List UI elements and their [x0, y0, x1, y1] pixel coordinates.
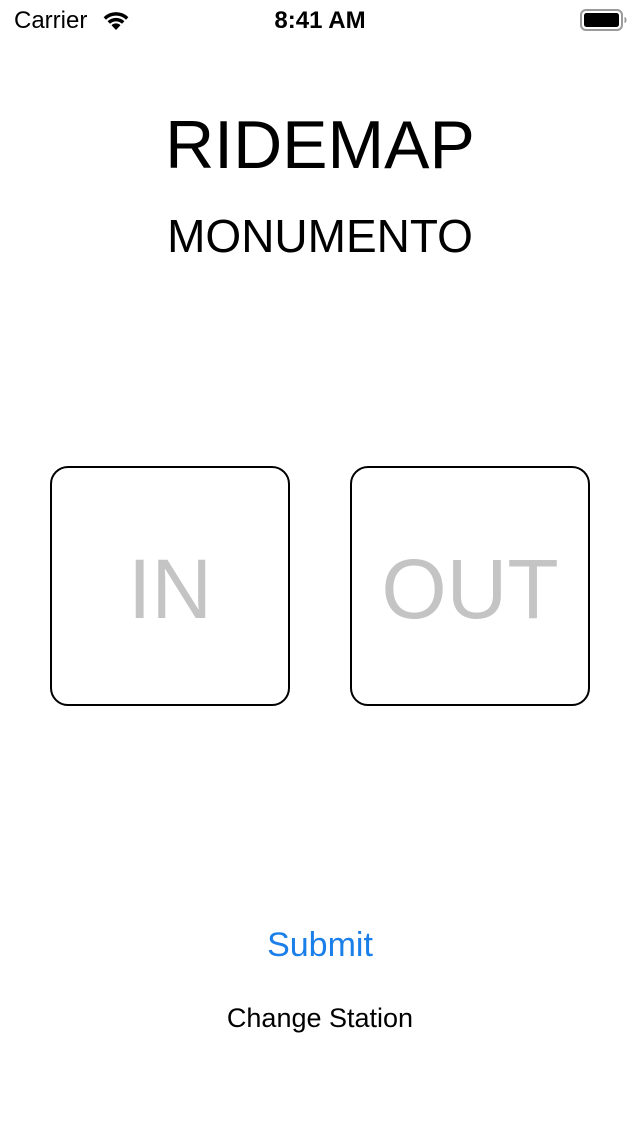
- in-label: IN: [128, 542, 212, 636]
- out-label: OUT: [381, 542, 559, 636]
- out-button[interactable]: OUT: [350, 466, 590, 706]
- status-time: 8:41 AM: [274, 7, 366, 34]
- app-title: RIDEMAP: [165, 107, 475, 183]
- station-name: MONUMENTO: [167, 210, 473, 262]
- battery-icon: [580, 9, 627, 31]
- submit-button[interactable]: Submit: [220, 920, 420, 970]
- change-station-button[interactable]: Change Station: [170, 998, 470, 1038]
- status-bar: Carrier 8:41 AM: [0, 0, 640, 40]
- in-button[interactable]: IN: [50, 466, 290, 706]
